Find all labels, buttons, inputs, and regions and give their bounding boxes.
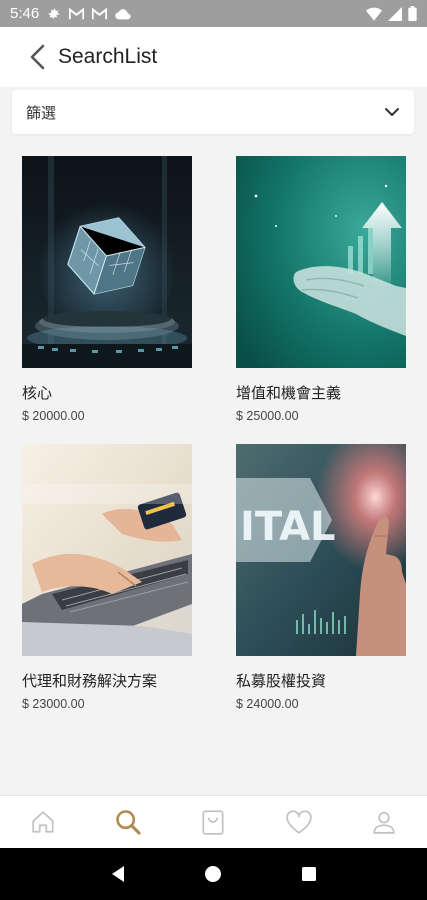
product-price: $ 25000.00 xyxy=(236,409,299,423)
system-navigation-bar xyxy=(0,848,427,900)
home-circle-icon xyxy=(205,866,222,882)
product-image[interactable] xyxy=(22,444,192,656)
gmail-icon xyxy=(69,7,85,20)
back-triangle-icon xyxy=(111,866,124,882)
nav-search-button[interactable] xyxy=(106,800,150,844)
bag-icon xyxy=(202,810,225,835)
product-price: $ 23000.00 xyxy=(22,697,85,711)
gmail-icon xyxy=(92,7,108,20)
product-price: $ 24000.00 xyxy=(236,697,299,711)
page-title: SearchList xyxy=(58,45,158,68)
back-button[interactable] xyxy=(24,43,52,71)
system-home-button[interactable] xyxy=(193,854,233,894)
system-back-button[interactable] xyxy=(98,854,138,894)
wifi-icon xyxy=(366,7,382,21)
chevron-down-icon xyxy=(384,107,400,117)
system-recents-button[interactable] xyxy=(289,854,329,894)
product-card[interactable]: 核心 $ 20000.00 xyxy=(22,156,192,423)
product-card[interactable]: ITAL 私募股權投資 $ 24000.00 xyxy=(236,444,406,711)
status-time: 5:46 xyxy=(10,5,40,22)
gear-icon xyxy=(47,7,61,21)
person-icon xyxy=(373,811,395,834)
digital-text: ITAL xyxy=(240,504,336,550)
filter-label: 篩選 xyxy=(26,103,57,122)
filter-dropdown[interactable]: 篩選 xyxy=(12,90,414,134)
product-image[interactable] xyxy=(22,156,192,368)
nav-profile-button[interactable] xyxy=(362,800,406,844)
app-bar: SearchList xyxy=(0,27,427,87)
status-bar: 5:46 xyxy=(0,0,427,27)
product-card[interactable]: 代理和財務解決方案 $ 23000.00 xyxy=(22,444,192,711)
nav-home-button[interactable] xyxy=(21,800,65,844)
bottom-navigation xyxy=(0,795,427,848)
chevron-left-icon xyxy=(30,44,45,70)
product-card[interactable]: 增值和機會主義 $ 25000.00 xyxy=(236,156,406,423)
recents-square-icon xyxy=(302,867,317,881)
product-image[interactable]: ITAL xyxy=(236,444,406,656)
search-icon xyxy=(116,810,141,835)
cloud-icon xyxy=(115,8,131,20)
nav-favorites-button[interactable] xyxy=(277,800,321,844)
product-name: 核心 xyxy=(22,384,53,402)
home-icon xyxy=(32,811,54,833)
product-name: 私募股權投資 xyxy=(236,672,327,690)
product-name: 增值和機會主義 xyxy=(236,384,342,402)
signal-icon xyxy=(388,6,402,21)
product-price: $ 20000.00 xyxy=(22,409,85,423)
status-left: 5:46 xyxy=(10,5,131,22)
product-name: 代理和財務解決方案 xyxy=(22,672,158,690)
battery-icon xyxy=(408,6,417,21)
heart-icon xyxy=(286,810,312,834)
status-right xyxy=(366,6,417,21)
nav-cart-button[interactable] xyxy=(191,800,235,844)
product-image[interactable] xyxy=(236,156,406,368)
